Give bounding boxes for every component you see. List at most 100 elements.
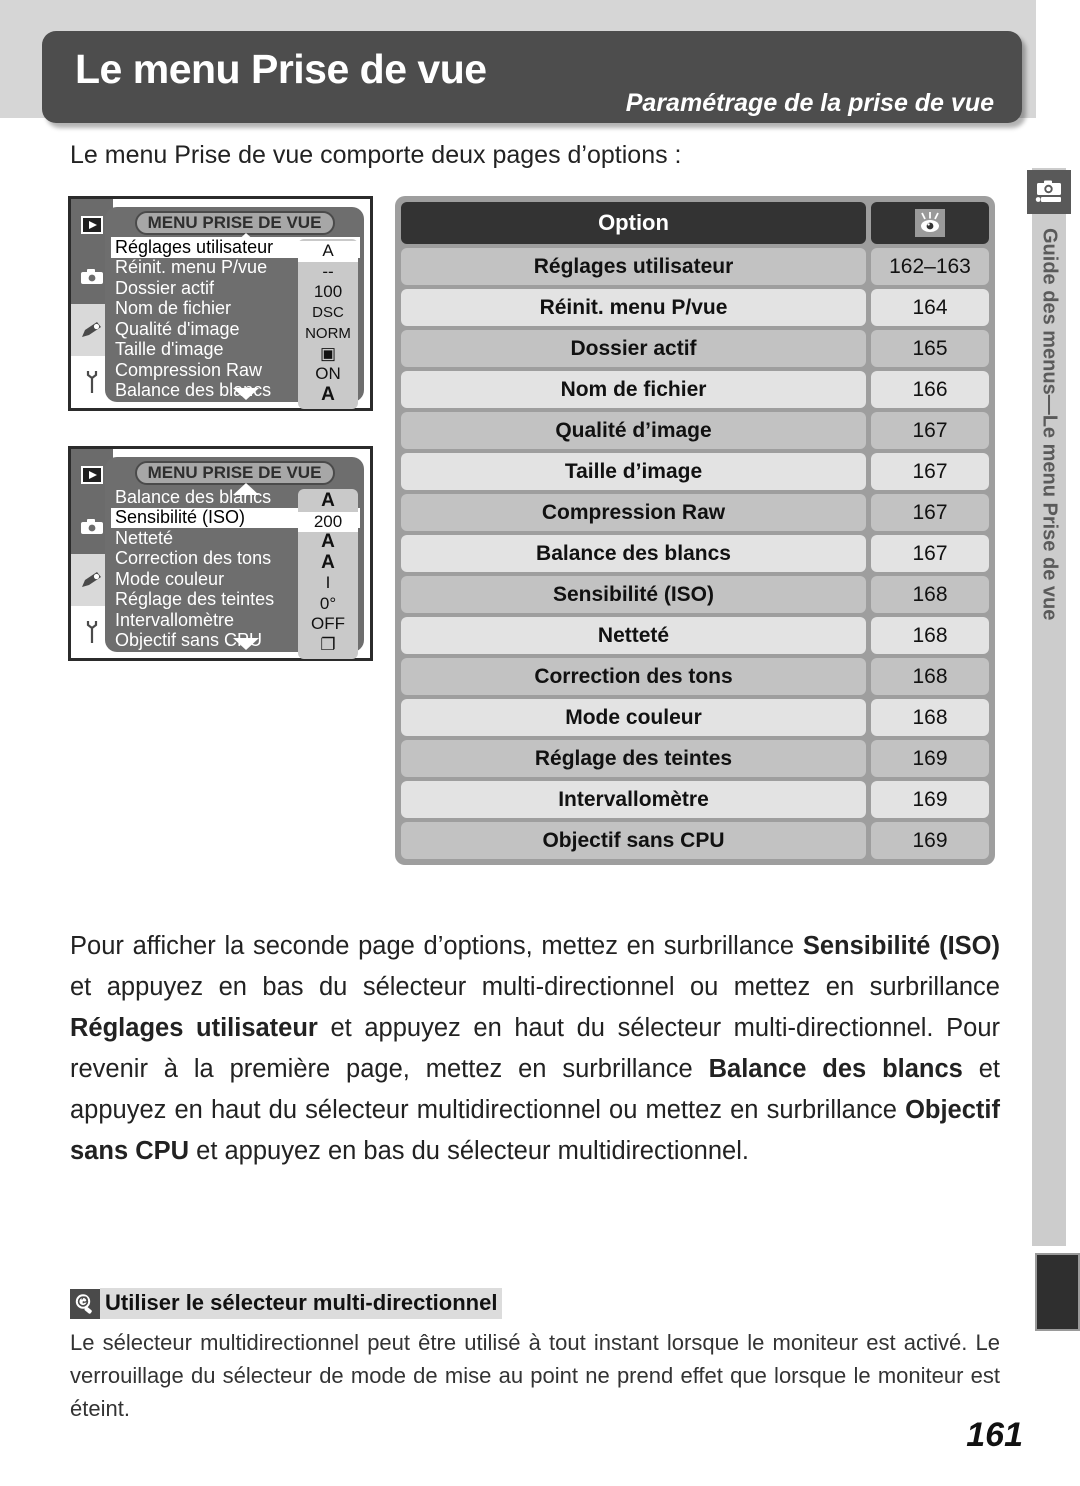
page-header-plate: Le menu Prise de vue Paramétrage de la p… xyxy=(42,31,1022,123)
lcd-title: MENU PRISE DE VUE xyxy=(134,211,335,235)
lcd-row-value: A xyxy=(321,490,335,512)
note-block: Utiliser le sélecteur multi-directionnel… xyxy=(70,1288,1000,1425)
options-table: Option Réglages utilisateur 162–163 Réin… xyxy=(395,196,995,865)
table-row[interactable]: Netteté 168 xyxy=(401,617,989,654)
column-header-option: Option xyxy=(401,202,866,244)
option-name: Intervallomètre xyxy=(401,781,866,818)
lcd-row-value: ❐ xyxy=(320,634,336,654)
option-page: 162–163 xyxy=(871,248,989,285)
option-name: Compression Raw xyxy=(401,494,866,531)
table-row[interactable]: Balance des blancs 167 xyxy=(401,535,989,572)
note-title: Utiliser le sélecteur multi-directionnel xyxy=(100,1288,503,1319)
table-row[interactable]: Mode couleur 168 xyxy=(401,699,989,736)
option-name: Taille d’image xyxy=(401,453,866,490)
lcd-body: MENU PRISE DE VUE Balance des blancs Sen… xyxy=(105,457,364,659)
paragraph-text: et appuyez en bas du sélecteur multi-dir… xyxy=(70,972,1000,1001)
table-row[interactable]: Sensibilité (ISO) 168 xyxy=(401,576,989,613)
table-header-row: Option xyxy=(401,202,989,244)
option-page: 168 xyxy=(871,658,989,695)
option-name: Réglage des teintes xyxy=(401,740,866,777)
lcd-screenshot-page2: MENU PRISE DE VUE Balance des blancs Sen… xyxy=(68,446,373,661)
lcd-body: MENU PRISE DE VUE Réglages utilisateur R… xyxy=(105,207,364,409)
lcd-row-value: A xyxy=(321,383,335,405)
lcd-row-label: Netteté xyxy=(115,527,174,548)
chapter-tab-marker xyxy=(1035,1253,1080,1331)
option-page: 168 xyxy=(871,699,989,736)
option-name: Mode couleur xyxy=(401,699,866,736)
lcd-row-label: Nom de fichier xyxy=(115,298,232,319)
option-page: 168 xyxy=(871,576,989,613)
option-page: 165 xyxy=(871,330,989,367)
lcd-row-label: Mode couleur xyxy=(115,568,225,589)
lcd-row-label: Compression Raw xyxy=(115,359,263,380)
lcd-value-column: A -- 100 DSC NORM ▣ ON A xyxy=(298,239,358,409)
option-name: Netteté xyxy=(401,617,866,654)
magnifier-icon xyxy=(70,1288,100,1319)
body-paragraph: Pour afficher la seconde page d’options,… xyxy=(70,926,1000,1172)
lcd-row-label: Réglage des teintes xyxy=(115,589,275,610)
paragraph-text: Pour afficher la seconde page d’options,… xyxy=(70,931,803,960)
lcd-row-value: A xyxy=(298,241,358,262)
option-name: Objectif sans CPU xyxy=(401,822,866,859)
lcd-row-value: I xyxy=(325,573,331,593)
option-page: 169 xyxy=(871,822,989,859)
lcd-title: MENU PRISE DE VUE xyxy=(134,461,335,485)
option-page: 167 xyxy=(871,494,989,531)
option-name: Nom de fichier xyxy=(401,371,866,408)
option-name: Réinit. menu P/vue xyxy=(401,289,866,326)
lcd-row-label: Correction des tons xyxy=(115,548,272,569)
lcd-row-label: Réglages utilisateur xyxy=(115,236,274,257)
lcd-row-value: NORM xyxy=(305,324,351,342)
option-page: 166 xyxy=(871,371,989,408)
page-number: 161 xyxy=(966,1416,1023,1454)
lcd-scroll-down-arrow xyxy=(233,388,259,400)
lcd-row-value: -- xyxy=(322,261,334,281)
lcd-row-label: Sensibilité (ISO) xyxy=(115,507,246,528)
table-row[interactable]: Réinit. menu P/vue 164 xyxy=(401,289,989,326)
table-row[interactable]: Dossier actif 165 xyxy=(401,330,989,367)
note-heading: Utiliser le sélecteur multi-directionnel xyxy=(70,1288,1000,1319)
option-page: 167 xyxy=(871,453,989,490)
side-guide-text: Guide des menus—Le menu Prise de vue xyxy=(1038,228,1061,621)
table-row[interactable]: Correction des tons 168 xyxy=(401,658,989,695)
paragraph-text: et appuyez en bas du sélecteur multidire… xyxy=(189,1136,749,1165)
table-row[interactable]: Objectif sans CPU 169 xyxy=(401,822,989,859)
option-name: Réglages utilisateur xyxy=(401,248,866,285)
table-row[interactable]: Intervallomètre 169 xyxy=(401,781,989,818)
lcd-value-column: A 200 A A I 0° OFF ❐ xyxy=(298,489,358,659)
option-page: 167 xyxy=(871,535,989,572)
option-page: 168 xyxy=(871,617,989,654)
option-page: 169 xyxy=(871,781,989,818)
table-row[interactable]: Compression Raw 167 xyxy=(401,494,989,531)
lcd-scroll-down-arrow xyxy=(233,638,259,650)
option-name: Qualité d’image xyxy=(401,412,866,449)
lcd-row-label: Intervallomètre xyxy=(115,609,235,630)
eye-icon xyxy=(915,209,945,237)
table-row[interactable]: Qualité d’image 167 xyxy=(401,412,989,449)
lcd-row-value: ▣ xyxy=(319,343,337,363)
lcd-row-label: Dossier actif xyxy=(115,277,215,298)
lcd-row-value: A xyxy=(321,531,335,553)
camera-icon xyxy=(1027,170,1071,214)
paragraph-bold: Balance des blancs xyxy=(708,1054,963,1083)
table-row[interactable]: Nom de fichier 166 xyxy=(401,371,989,408)
lcd-row-value: OFF xyxy=(311,614,345,634)
lcd-row-value: 200 xyxy=(298,511,358,532)
table-row[interactable]: Réglage des teintes 169 xyxy=(401,740,989,777)
note-body: Le sélecteur multidirectionnel peut être… xyxy=(70,1330,1000,1421)
paragraph-bold: Sensibilité (ISO) xyxy=(802,931,1000,960)
lcd-row-value: 0° xyxy=(319,593,337,613)
lcd-screenshot-page1: MENU PRISE DE VUE Réglages utilisateur R… xyxy=(68,196,373,411)
lcd-row-label: Taille d'image xyxy=(115,339,224,360)
option-page: 169 xyxy=(871,740,989,777)
lcd-row-label: Réinit. menu P/vue xyxy=(115,257,268,278)
lcd-row-value: ON xyxy=(315,364,341,384)
table-row[interactable]: Réglages utilisateur 162–163 xyxy=(401,248,989,285)
side-guide-text-wrap: Guide des menus—Le menu Prise de vue xyxy=(1032,228,1066,788)
lcd-row-label: Balance des blancs xyxy=(115,486,272,507)
table-row[interactable]: Taille d’image 167 xyxy=(401,453,989,490)
option-page: 164 xyxy=(871,289,989,326)
option-name: Sensibilité (ISO) xyxy=(401,576,866,613)
lcd-row-value: A xyxy=(321,551,335,573)
paragraph-bold: Réglages utilisateur xyxy=(70,1013,318,1042)
